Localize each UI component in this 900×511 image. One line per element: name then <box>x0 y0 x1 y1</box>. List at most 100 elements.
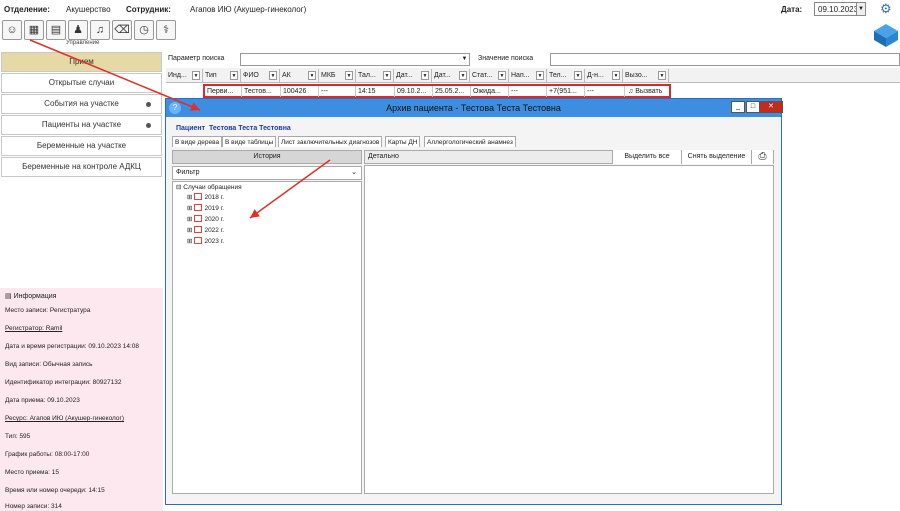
department-value: Акушерство <box>66 5 111 14</box>
patient-heading: Пациент Тестова Теста Тестовна <box>176 125 291 132</box>
sidebar-item-pregnant-adkc[interactable]: Беременные на контроле АДКЦ <box>1 157 162 177</box>
gear-icon[interactable]: ⚙ <box>880 1 892 17</box>
tree-node-year[interactable]: ⊞ 2020 г. <box>187 215 224 223</box>
patient-label: Пациент <box>176 125 206 132</box>
sidebar-item-site-events[interactable]: События на участке <box>1 94 162 114</box>
column-header[interactable]: Д-н... ▼ <box>585 69 623 82</box>
sidebar-item-open-cases[interactable]: Открытые случаи <box>1 73 162 93</box>
column-header[interactable]: Нап... ▼ <box>509 69 547 82</box>
bell-icon[interactable]: ♫ <box>90 20 110 40</box>
filter-dropdown-icon[interactable]: ▼ <box>612 71 620 80</box>
sidebar-item-site-patients[interactable]: Пациенты на участке <box>1 115 162 135</box>
tree-root[interactable]: ⊟ Случаи обращения <box>176 183 242 191</box>
sidebar-item-pregnant-site[interactable]: Беременные на участке <box>1 136 162 156</box>
minimize-icon[interactable]: _ <box>731 101 745 113</box>
tree-node-label: 2019 г. <box>204 205 225 212</box>
calendar-edit-icon[interactable]: ▦ <box>24 20 44 40</box>
filter-dropdown-icon[interactable]: ▼ <box>308 71 316 80</box>
tab-allergy-history[interactable]: Аллергологический анамнез <box>424 136 516 147</box>
calendar-icon <box>194 215 203 222</box>
column-header[interactable]: Дат... ▼ <box>394 69 432 82</box>
patient-archive-dialog: ? Архив пациента - Тестова Теста Тестовн… <box>165 98 783 505</box>
table-cell: 09.10.2... <box>395 86 433 97</box>
chevron-down-icon[interactable]: ▼ <box>460 54 469 65</box>
column-header[interactable]: АК ▼ <box>280 69 319 82</box>
filter-dropdown-icon[interactable]: ▼ <box>345 71 353 80</box>
table-row[interactable]: Перви... Тестов... 100426 --- 14:15 09.1… <box>203 84 671 98</box>
resource-link[interactable]: Ресурс: Агапов ИЮ (Акушер-гинеколог) <box>5 415 124 422</box>
column-header[interactable]: Тип ▼ <box>203 69 241 82</box>
filter-dropdown-icon[interactable]: ▼ <box>536 71 544 80</box>
column-header[interactable]: Инд... ▼ <box>166 69 203 82</box>
column-header-label: Инд... <box>168 72 187 79</box>
call-button[interactable]: ♫ Вызвать <box>626 86 671 97</box>
column-header[interactable]: МКБ ▼ <box>319 69 356 82</box>
table-cell: Тестов... <box>242 86 281 97</box>
status-dot-icon <box>146 102 151 107</box>
trash-icon[interactable]: ⌫ <box>112 20 132 40</box>
users-icon[interactable]: ♟ <box>68 20 88 40</box>
column-header[interactable]: Вызо... ▼ <box>623 69 669 82</box>
filter-label: Фильтр <box>176 169 200 176</box>
column-header-label: Д-н... <box>587 72 604 79</box>
column-header-label: Тал... <box>358 72 376 79</box>
close-icon[interactable]: ✕ <box>759 101 783 113</box>
dialog-title-bar[interactable]: ? Архив пациента - Тестова Теста Тестовн… <box>166 99 783 117</box>
user-search-icon[interactable]: ☺ <box>2 20 22 40</box>
print-icon[interactable]: ⎙ <box>751 150 773 164</box>
status-dot-icon <box>146 123 151 128</box>
search-param-label: Параметр поиска <box>168 55 225 62</box>
column-header-label: Стат... <box>472 72 493 79</box>
calendar-icon <box>194 226 203 233</box>
grid-header: Инд... ▼ Тип ▼ ФИО ▼ АК ▼ МКБ ▼ Тал... ▼ Дат..… <box>166 68 900 83</box>
column-header-label: АК <box>282 72 291 79</box>
top-bar: Отделение: Акушерство Сотрудник: Агапов … <box>0 0 900 20</box>
help-icon[interactable]: ? <box>169 102 181 114</box>
calendar-clock-icon[interactable]: ◷ <box>134 20 154 40</box>
registrar-link[interactable]: Регистратор: Ramil <box>5 325 62 332</box>
tree-node-year[interactable]: ⊞ 2019 г. <box>187 204 224 212</box>
column-header-label: Дат... <box>396 72 413 79</box>
tree-node-year[interactable]: ⊞ 2022 г. <box>187 226 224 234</box>
document-edit-icon[interactable]: ▤ <box>46 20 66 40</box>
tree-node-year[interactable]: ⊞ 2018 г. <box>187 193 224 201</box>
filter-dropdown-icon[interactable]: ▼ <box>498 71 506 80</box>
filter-dropdown-icon[interactable]: ▼ <box>192 71 200 80</box>
deselect-button[interactable]: Снять выделение <box>681 150 751 164</box>
column-header[interactable]: Стат... ▼ <box>470 69 509 82</box>
search-value-input[interactable] <box>550 53 900 66</box>
maximize-icon[interactable]: □ <box>746 101 760 113</box>
tab-tree-view[interactable]: В виде дерева <box>172 136 223 147</box>
sidebar-item-reception[interactable]: Прием <box>1 52 162 72</box>
tree-node-label: 2023 г. <box>204 238 225 245</box>
table-cell: --- <box>585 86 625 97</box>
filter-dropdown-icon[interactable]: ▼ <box>459 71 467 80</box>
stethoscope-icon[interactable]: ⚕ <box>156 20 176 40</box>
select-all-button[interactable]: Выделить все <box>612 150 681 164</box>
search-param-select[interactable] <box>240 53 470 66</box>
calendar-icon <box>194 193 203 200</box>
sidebar-item-label: Пациенты на участке <box>41 120 122 129</box>
date-dropdown-icon[interactable]: ▼ <box>856 2 866 16</box>
column-header[interactable]: Дат... ▼ <box>432 69 470 82</box>
filter-dropdown[interactable]: Фильтр ⌄ <box>172 166 362 180</box>
chevron-down-icon: ⌄ <box>351 169 357 176</box>
filter-dropdown-icon[interactable]: ▼ <box>574 71 582 80</box>
info-icon: ▤ <box>5 293 14 300</box>
filter-dropdown-icon[interactable]: ▼ <box>230 71 238 80</box>
column-header[interactable]: Тел... ▼ <box>547 69 585 82</box>
filter-dropdown-icon[interactable]: ▼ <box>383 71 391 80</box>
tab-table-view[interactable]: В виде таблицы <box>222 136 277 147</box>
call-button-label: Вызвать <box>635 88 663 95</box>
column-header-label: Тел... <box>549 72 567 79</box>
tab-dn-cards[interactable]: Карты ДН <box>385 136 421 147</box>
table-cell: 25.05.2... <box>433 86 471 97</box>
filter-dropdown-icon[interactable]: ▼ <box>658 71 666 80</box>
tree-node-year[interactable]: ⊞ 2023 г. <box>187 237 224 245</box>
filter-dropdown-icon[interactable]: ▼ <box>269 71 277 80</box>
column-header[interactable]: ФИО ▼ <box>241 69 280 82</box>
tab-final-diagnoses[interactable]: Лист заключительных диагнозов <box>278 136 383 147</box>
column-header-label: Тип <box>205 72 217 79</box>
column-header[interactable]: Тал... ▼ <box>356 69 394 82</box>
filter-dropdown-icon[interactable]: ▼ <box>421 71 429 80</box>
